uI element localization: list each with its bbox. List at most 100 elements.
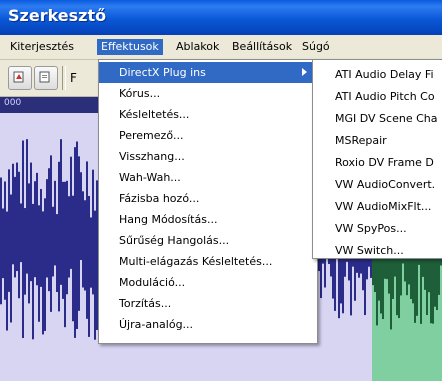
menu-item-korus[interactable]: Kórus... <box>99 83 317 104</box>
waveform-sample <box>66 180 68 295</box>
menu-item-label: Sűrűség Hangolás... <box>119 234 230 247</box>
waveform-sample <box>14 176 16 278</box>
menu-item-label: Kórus... <box>119 87 161 100</box>
menu-item-label: Multi-elágazás Késleltetés... <box>119 255 273 268</box>
waveform-sample <box>72 195 74 322</box>
waveform-sample <box>80 172 82 260</box>
waveform-sample <box>74 147 76 338</box>
submenu-item-label: VW AudioConvert. <box>335 178 436 191</box>
submenu-item[interactable]: ATI Audio Delay Fi <box>313 64 442 86</box>
waveform-sample <box>12 163 14 265</box>
window-title: Szerkesztő <box>8 6 107 25</box>
waveform-sample <box>46 179 48 278</box>
submenu-item[interactable]: MGI DV Scene Cha <box>313 108 442 130</box>
waveform-sample <box>20 203 22 263</box>
waveform-sample <box>30 162 32 282</box>
waveform-sample <box>84 200 86 291</box>
title-bar: Szerkesztő <box>0 0 442 35</box>
submenu-item[interactable]: VW Switch... <box>313 240 442 258</box>
waveform-sample <box>24 208 26 295</box>
submenu-item[interactable]: VW AudioConvert. <box>313 174 442 196</box>
submenu-item-label: MSRepair <box>335 134 387 147</box>
menu-item-label: DirectX Plug ins <box>119 66 206 79</box>
waveform-sample <box>86 161 88 319</box>
submenu-item-label: VW AudioMixFlt... <box>335 200 432 213</box>
open-file-icon <box>13 71 24 83</box>
waveform-sample <box>0 177 2 305</box>
toolbar-label[interactable]: F <box>70 71 77 85</box>
waveform-sample <box>28 183 30 304</box>
waveform-sample <box>4 181 6 300</box>
waveform-sample <box>34 181 36 278</box>
menu-beallitasok[interactable]: Beállítások <box>228 39 296 55</box>
toolbar-separator <box>62 66 66 90</box>
menu-sugo[interactable]: Súgó <box>298 39 334 55</box>
ruler-start-label: 000 <box>4 98 22 108</box>
waveform-sample <box>94 210 96 340</box>
menu-item-label: Fázisba hozó... <box>119 192 200 205</box>
waveform-sample <box>42 211 44 335</box>
submenu-item[interactable]: VW AudioMixFlt... <box>313 196 442 218</box>
waveform-sample <box>18 171 20 299</box>
menu-item-wahwah[interactable]: Wah-Wah... <box>99 167 317 188</box>
menu-item-modulacio[interactable]: Moduláció... <box>99 272 317 293</box>
waveform-sample <box>60 139 62 285</box>
waveform-sample <box>56 214 58 293</box>
waveform-sample <box>26 139 28 274</box>
waveform-sample <box>92 169 94 295</box>
waveform-sample <box>50 155 52 312</box>
waveform-sample <box>52 206 54 277</box>
menu-item-visszhang[interactable]: Visszhang... <box>99 146 317 167</box>
menu-item-label: Moduláció... <box>119 276 186 289</box>
save-button[interactable] <box>34 66 58 90</box>
menu-item-fazisba-hozo[interactable]: Fázisba hozó... <box>99 188 317 209</box>
menu-item-suruseg-hangolas[interactable]: Sűrűség Hangolás... <box>99 230 317 251</box>
menu-effektusok[interactable]: Effektusok <box>97 39 163 55</box>
open-button[interactable] <box>8 66 32 90</box>
waveform-sample <box>76 141 78 329</box>
waveform-sample <box>90 217 92 288</box>
waveform-sample <box>78 156 80 311</box>
document-icon <box>39 71 50 83</box>
menu-kiterjesztes[interactable]: Kiterjesztés <box>6 39 78 55</box>
waveform-sample <box>10 194 12 323</box>
effects-dropdown-menu: DirectX Plug ins Kórus... Késleltetés...… <box>98 59 318 344</box>
menu-item-directx[interactable]: DirectX Plug ins <box>99 62 317 83</box>
waveform-sample <box>70 156 72 269</box>
menu-item-multi-elagazas[interactable]: Multi-elágazás Késleltetés... <box>99 251 317 272</box>
menu-item-label: Torzítás... <box>119 297 172 310</box>
waveform-sample <box>32 203 34 340</box>
waveform-sample <box>36 172 38 286</box>
waveform-sample <box>64 181 66 328</box>
menu-item-hang-modositas[interactable]: Hang Módosítás... <box>99 209 317 230</box>
menu-item-torzitas[interactable]: Torzítás... <box>99 293 317 314</box>
menu-item-peremezo[interactable]: Peremező... <box>99 125 317 146</box>
waveform-sample <box>22 140 24 339</box>
waveform-sample <box>40 188 42 287</box>
submenu-item-label: ATI Audio Delay Fi <box>335 68 434 81</box>
waveform-sample <box>54 180 56 266</box>
waveform-sample <box>38 205 40 322</box>
waveform-sample <box>88 195 90 337</box>
waveform-sample <box>6 211 8 331</box>
menu-item-label: Késleltetés... <box>119 108 190 121</box>
submenu-item[interactable]: ATI Audio Pitch Co <box>313 86 442 108</box>
waveform-sample <box>48 168 50 292</box>
waveform-sample <box>82 191 84 288</box>
waveform-sample <box>62 181 64 299</box>
menu-ablakok[interactable]: Ablakok <box>172 39 223 55</box>
menu-item-ujra-analog[interactable]: Újra-analóg... <box>99 314 317 335</box>
menu-item-label: Újra-analóg... <box>119 318 194 331</box>
submenu-item-label: MGI DV Scene Cha <box>335 112 438 125</box>
waveform-sample <box>68 196 70 278</box>
submenu-item-label: Roxio DV Frame D <box>335 156 434 169</box>
menu-item-label: Peremező... <box>119 129 184 142</box>
submenu-item[interactable]: MSRepair <box>313 130 442 152</box>
menu-item-label: Wah-Wah... <box>119 171 181 184</box>
submenu-item[interactable]: VW SpyPos... <box>313 218 442 240</box>
submenu-item[interactable]: Roxio DV Frame D <box>313 152 442 174</box>
submenu-item-label: VW Switch... <box>335 244 404 257</box>
waveform-sample <box>8 169 10 292</box>
waveform-sample <box>44 198 46 331</box>
menu-item-kesleltetes[interactable]: Késleltetés... <box>99 104 317 125</box>
